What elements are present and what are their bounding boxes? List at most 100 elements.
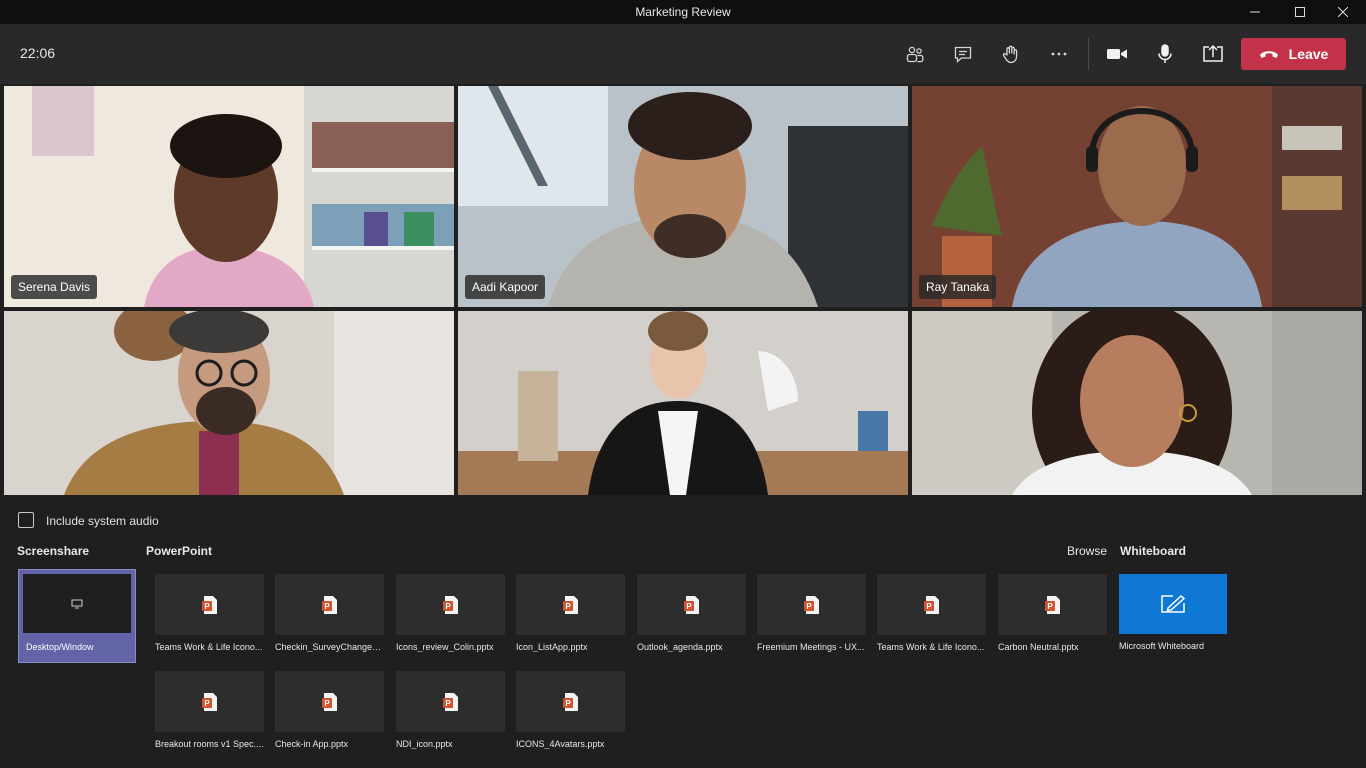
- powerpoint-file[interactable]: P Icons_review_Colin.pptx: [396, 574, 506, 652]
- toolbar-divider: [1088, 38, 1089, 70]
- powerpoint-file[interactable]: P Checkin_SurveyChanges....: [275, 574, 385, 652]
- file-name: Icon_ListApp.pptx: [516, 642, 588, 652]
- participant-video: [4, 311, 454, 495]
- video-tile-participant-4[interactable]: [4, 311, 454, 495]
- file-name: Outlook_agenda.pptx: [637, 642, 723, 652]
- whiteboard-icon: [1161, 595, 1186, 613]
- file-thumbnail: P: [275, 574, 384, 635]
- powerpoint-heading: PowerPoint: [146, 544, 213, 558]
- powerpoint-file[interactable]: P Breakout rooms v1 Spec....: [155, 671, 265, 749]
- chat-icon: [954, 46, 972, 63]
- file-name: Carbon Neutral.pptx: [998, 642, 1079, 652]
- microsoft-whiteboard-option[interactable]: Microsoft Whiteboard: [1119, 574, 1229, 651]
- minimize-button[interactable]: [1232, 0, 1278, 24]
- microphone-icon: [1158, 44, 1172, 63]
- minimize-icon: [1250, 11, 1260, 13]
- monitor-icon: [71, 599, 83, 608]
- powerpoint-file[interactable]: P NDI_icon.pptx: [396, 671, 506, 749]
- participant-name-tag: Ray Tanaka: [919, 275, 997, 299]
- close-icon: [1338, 7, 1348, 17]
- screenshare-heading: Screenshare: [17, 544, 90, 558]
- powerpoint-icon: P: [562, 595, 578, 614]
- powerpoint-file[interactable]: P Check-in App.pptx: [275, 671, 385, 749]
- file-thumbnail: P: [637, 574, 746, 635]
- powerpoint-file[interactable]: P Carbon Neutral.pptx: [998, 574, 1108, 652]
- powerpoint-icon: P: [1044, 595, 1060, 614]
- file-name: ICONS_4Avatars.pptx: [516, 739, 605, 749]
- svg-text:P: P: [565, 699, 571, 708]
- video-tile-aadi-kapoor[interactable]: Aadi Kapoor: [458, 86, 908, 307]
- file-thumbnail: P: [396, 574, 505, 635]
- share-tray-button[interactable]: [1197, 38, 1229, 70]
- svg-text:P: P: [204, 699, 210, 708]
- participant-video: [912, 311, 1362, 495]
- file-thumbnail: P: [275, 671, 384, 732]
- video-tile-participant-5[interactable]: [458, 311, 908, 495]
- powerpoint-file[interactable]: P Teams Work & Life Icono...: [877, 574, 987, 652]
- participant-video: [912, 86, 1362, 307]
- whiteboard-heading: Whiteboard: [1120, 544, 1186, 558]
- participant-video: [4, 86, 454, 307]
- powerpoint-icon: P: [683, 595, 699, 614]
- file-name: Icons_review_Colin.pptx: [396, 642, 494, 652]
- maximize-icon: [1295, 7, 1305, 17]
- file-thumbnail: P: [998, 574, 1107, 635]
- video-tile-ray-tanaka[interactable]: Ray Tanaka: [912, 86, 1362, 307]
- video-tile-participant-6[interactable]: [912, 311, 1362, 495]
- file-name: Teams Work & Life Icono...: [155, 642, 263, 652]
- desktop-window-option[interactable]: Desktop/Window: [18, 569, 136, 663]
- svg-text:P: P: [445, 602, 451, 611]
- participants-button[interactable]: [899, 38, 931, 70]
- maximize-button[interactable]: [1277, 0, 1323, 24]
- desktop-preview: [23, 574, 131, 633]
- share-tray: Include system audio Screenshare PowerPo…: [0, 496, 1366, 768]
- meeting-time: 22:06: [20, 45, 56, 61]
- powerpoint-icon: P: [442, 692, 458, 711]
- participant-video: [458, 311, 908, 495]
- meeting-controls-bar: 22:06 Leave: [0, 24, 1366, 84]
- powerpoint-icon: P: [321, 692, 337, 711]
- powerpoint-icon: P: [803, 595, 819, 614]
- svg-text:P: P: [806, 602, 812, 611]
- file-name: Check-in App.pptx: [275, 739, 349, 749]
- whiteboard-thumbnail: [1119, 574, 1227, 634]
- file-name: NDI_icon.pptx: [396, 739, 453, 749]
- file-name: Checkin_SurveyChanges....: [275, 642, 385, 652]
- video-tile-serena-davis[interactable]: Serena Davis: [4, 86, 454, 307]
- chat-button[interactable]: [947, 38, 979, 70]
- leave-button[interactable]: Leave: [1241, 38, 1346, 70]
- file-thumbnail: P: [757, 574, 866, 635]
- file-thumbnail: P: [155, 671, 264, 732]
- browse-link[interactable]: Browse: [1067, 544, 1107, 558]
- phone-hangup-icon: [1259, 51, 1278, 58]
- include-system-audio-label: Include system audio: [46, 514, 159, 528]
- participant-name-tag: Aadi Kapoor: [465, 275, 546, 299]
- participant-name-tag: Serena Davis: [11, 275, 98, 299]
- share-tray-icon: [1203, 44, 1223, 62]
- include-system-audio-checkbox[interactable]: [18, 512, 34, 528]
- camera-button[interactable]: [1101, 38, 1133, 70]
- camera-icon: [1107, 49, 1127, 59]
- svg-text:P: P: [324, 699, 330, 708]
- whiteboard-label: Microsoft Whiteboard: [1119, 641, 1205, 651]
- close-window-button[interactable]: [1320, 0, 1366, 24]
- powerpoint-file[interactable]: P Icon_ListApp.pptx: [516, 574, 626, 652]
- window-title: Marketing Review: [635, 5, 731, 19]
- leave-label: Leave: [1288, 46, 1329, 62]
- participant-video: [458, 86, 908, 307]
- file-thumbnail: P: [877, 574, 986, 635]
- file-name: Teams Work & Life Icono...: [877, 642, 985, 652]
- file-thumbnail: P: [396, 671, 505, 732]
- title-bar: Marketing Review: [0, 0, 1366, 24]
- powerpoint-file[interactable]: P Teams Work & Life Icono...: [155, 574, 265, 652]
- powerpoint-icon: P: [321, 595, 337, 614]
- microphone-button[interactable]: [1149, 38, 1181, 70]
- powerpoint-icon: P: [201, 692, 217, 711]
- powerpoint-file[interactable]: P Outlook_agenda.pptx: [637, 574, 747, 652]
- participants-icon: [906, 46, 924, 63]
- more-options-button[interactable]: [1043, 38, 1075, 70]
- powerpoint-file[interactable]: P Freemium Meetings - UX...: [757, 574, 867, 652]
- file-name: Freemium Meetings - UX...: [757, 642, 865, 652]
- raise-hand-button[interactable]: [995, 38, 1027, 70]
- powerpoint-file[interactable]: P ICONS_4Avatars.pptx: [516, 671, 626, 749]
